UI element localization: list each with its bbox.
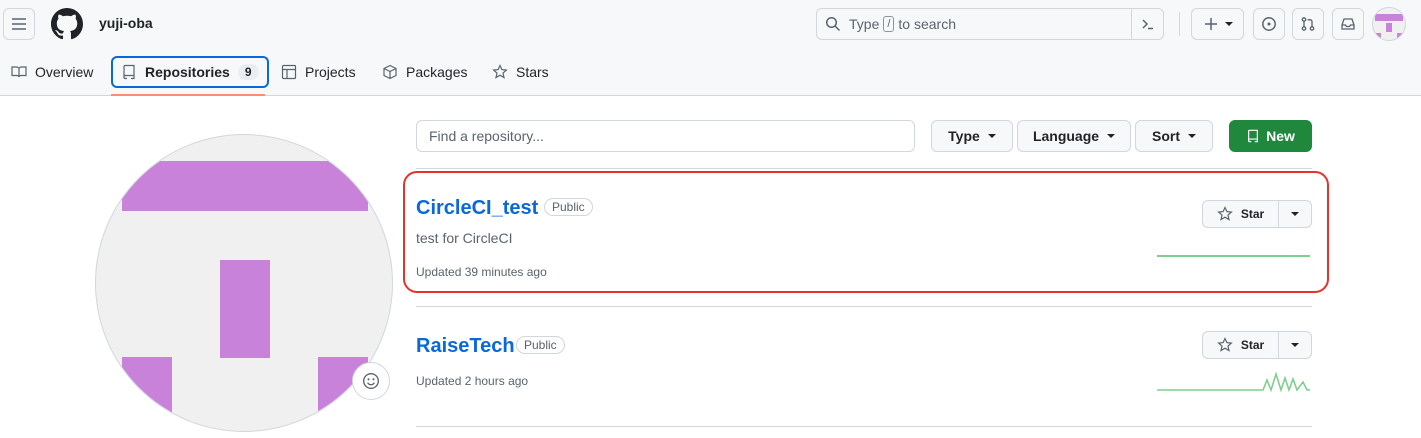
repo-name-link[interactable]: RaiseTech xyxy=(416,335,515,358)
star-button-group: Star xyxy=(1202,331,1312,359)
star-button-label: Star xyxy=(1240,338,1265,352)
sort-filter-label: Sort xyxy=(1152,128,1180,144)
chevron-down-icon xyxy=(1291,212,1299,216)
chevron-down-icon xyxy=(987,134,996,138)
package-icon xyxy=(383,64,397,80)
star-icon xyxy=(492,64,508,79)
hamburger-icon xyxy=(12,18,26,30)
profile-avatar[interactable] xyxy=(95,134,393,432)
repo-icon xyxy=(123,64,135,80)
tab-projects[interactable]: Projects xyxy=(281,56,356,88)
activity-sparkline xyxy=(1157,255,1310,257)
chevron-down-icon xyxy=(1107,134,1116,138)
visibility-badge: Public xyxy=(516,336,565,354)
tab-packages[interactable]: Packages xyxy=(382,56,467,88)
find-repository-input[interactable] xyxy=(416,120,915,152)
chevron-down-icon xyxy=(1188,134,1196,138)
visibility-badge: Public xyxy=(544,198,593,216)
command-palette-button[interactable] xyxy=(1131,9,1163,39)
menu-button[interactable] xyxy=(3,8,35,40)
avatar[interactable] xyxy=(1372,7,1406,41)
repo-description: test for CircleCI xyxy=(416,230,513,246)
star-icon xyxy=(1217,337,1233,352)
command-palette-icon xyxy=(1141,19,1153,30)
sort-filter-button[interactable]: Sort xyxy=(1135,120,1213,152)
book-icon xyxy=(11,66,27,78)
create-new-button[interactable] xyxy=(1191,8,1244,40)
star-button-group: Star xyxy=(1202,200,1312,228)
tab-repositories[interactable]: Repositories 9 xyxy=(111,56,269,88)
pull-request-icon xyxy=(1301,17,1315,31)
activity-sparkline xyxy=(1157,371,1310,393)
divider xyxy=(416,168,1312,169)
type-filter-button[interactable]: Type xyxy=(931,120,1013,152)
pull-requests-button[interactable] xyxy=(1292,8,1324,40)
tab-stars-label: Stars xyxy=(516,64,549,80)
search-hint-after: to search xyxy=(898,16,957,32)
divider xyxy=(416,426,1312,427)
github-logo[interactable] xyxy=(51,8,83,40)
inbox-icon xyxy=(1341,18,1355,30)
divider xyxy=(416,306,1312,307)
repo-name-link[interactable]: CircleCI_test xyxy=(416,197,538,220)
issue-circle-icon xyxy=(1262,17,1276,31)
star-button[interactable]: Star xyxy=(1202,331,1279,359)
tab-stars[interactable]: Stars xyxy=(492,56,549,88)
language-filter-label: Language xyxy=(1032,128,1100,144)
github-mark-icon xyxy=(51,8,83,40)
star-button-label: Star xyxy=(1240,207,1265,221)
app-header: yuji-oba Type / to search Overview Repos… xyxy=(0,0,1421,96)
header-divider xyxy=(1179,12,1180,36)
search-hint-before: Type xyxy=(849,16,880,32)
search-input[interactable]: Type / to search xyxy=(816,8,1164,40)
active-tab-underline xyxy=(111,94,265,96)
set-status-button[interactable] xyxy=(352,362,390,400)
table-icon xyxy=(281,64,297,80)
star-list-dropdown[interactable] xyxy=(1279,331,1312,359)
tab-overview-label: Overview xyxy=(35,64,94,80)
chevron-down-icon xyxy=(1224,22,1233,26)
repo-icon xyxy=(1248,129,1259,143)
tab-repositories-label: Repositories xyxy=(145,64,230,80)
tab-overview[interactable]: Overview xyxy=(11,56,93,88)
repositories-count-badge: 9 xyxy=(237,64,259,80)
tab-projects-label: Projects xyxy=(305,64,356,80)
tab-packages-label: Packages xyxy=(406,64,468,80)
plus-icon xyxy=(1204,18,1217,30)
star-list-dropdown[interactable] xyxy=(1279,200,1312,228)
new-repository-button[interactable]: New xyxy=(1229,120,1312,152)
smiley-icon xyxy=(363,373,379,389)
star-icon xyxy=(1217,206,1233,221)
chevron-down-icon xyxy=(1291,343,1299,347)
inbox-button[interactable] xyxy=(1332,8,1364,40)
search-shortcut-key: / xyxy=(883,16,895,32)
issues-button[interactable] xyxy=(1253,8,1285,40)
repo-updated-time: Updated 39 minutes ago xyxy=(416,265,547,279)
breadcrumb-username[interactable]: yuji-oba xyxy=(99,15,153,31)
language-filter-button[interactable]: Language xyxy=(1017,120,1131,152)
star-button[interactable]: Star xyxy=(1202,200,1279,228)
search-icon xyxy=(825,16,841,32)
repo-updated-time: Updated 2 hours ago xyxy=(416,374,529,388)
type-filter-label: Type xyxy=(948,128,980,144)
new-repository-label: New xyxy=(1266,128,1295,144)
